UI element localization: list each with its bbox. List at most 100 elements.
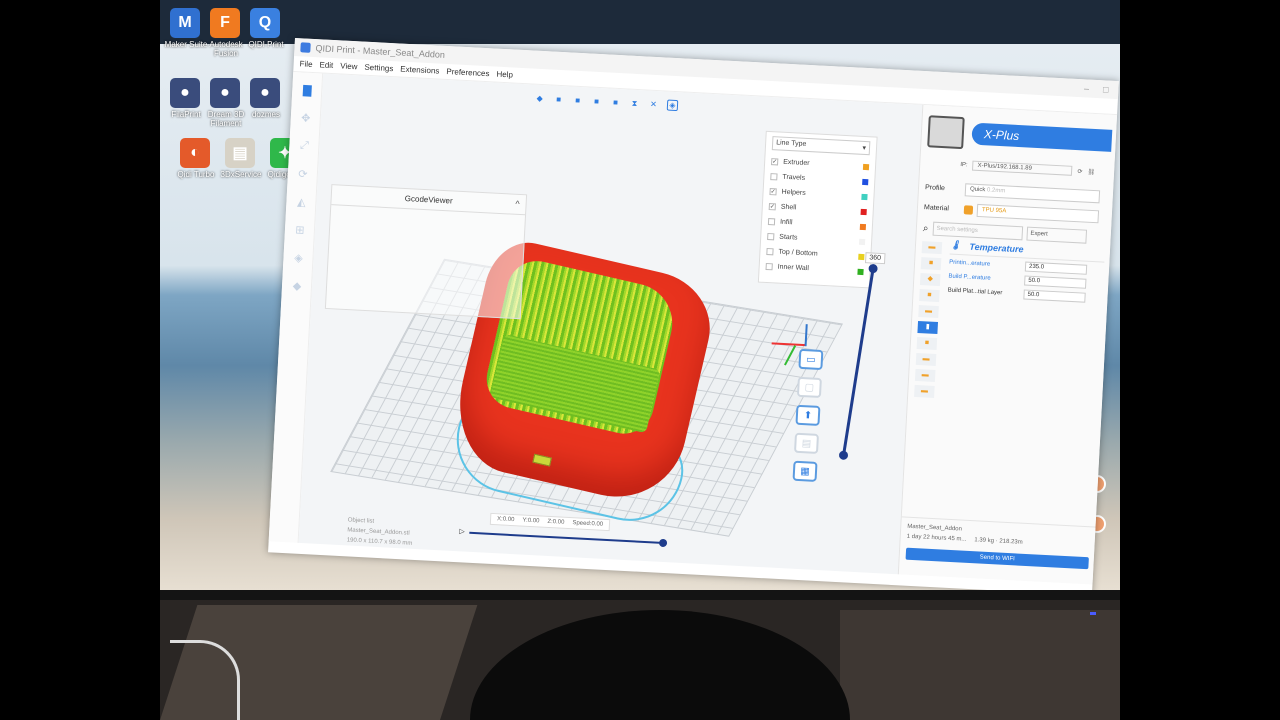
support-icon[interactable]: ⊞ [291,220,310,239]
window-controls: – □ [1084,83,1119,95]
path-slider[interactable] [469,531,668,548]
print-settings-panel: X-Plus IP: X-Plus/192.168.1.89 ⟳ ⛓ Profi… [897,104,1118,585]
print-weight: 1.39 kg · 218.23m [974,537,1023,546]
qidi-print-window: QIDI Print - Master_Seat_Addon – □ File … [268,38,1119,590]
desktop-app-icon[interactable]: M [170,8,200,38]
ip-label: IP: [960,161,968,169]
link-icon[interactable]: ⛓ [1087,168,1095,175]
color-swatch [860,208,867,215]
checkbox[interactable] [767,232,775,241]
z-axis-icon [784,345,797,366]
view-toolbar: ◆ ■ ■ ■ ■ ⧗ ✕ ◈ [534,93,679,112]
category-material-icon[interactable]: ■ [919,289,940,303]
category-temperature-icon[interactable]: ▮ [917,320,939,335]
send-to-wifi-button[interactable]: Send to WIFI [905,547,1089,570]
material-select[interactable]: TPU 95A [976,203,1100,223]
line-type-label: Top / Bottom [778,248,818,258]
checkbox[interactable] [766,247,774,256]
view-left-icon[interactable]: ■ [591,96,603,108]
chevron-down-icon: ▾ [862,144,867,153]
top-taskbar [160,0,1120,44]
desktop-app-icon[interactable]: ◐ [180,138,210,168]
printer-name-button[interactable]: X-Plus [971,122,1113,152]
layer-number[interactable]: 360 [864,252,886,265]
chevron-up-icon[interactable]: ^ [515,199,520,209]
x-axis-icon [771,342,806,347]
view-right-icon[interactable]: ■ [610,97,622,109]
view-3d-icon[interactable]: ◆ [534,93,546,105]
category-support-icon[interactable]: ▬ [915,352,937,366]
setting-value-input[interactable]: 50.0 [1024,275,1087,289]
grid-view-button[interactable]: ▦ [792,460,818,482]
category-shell-icon[interactable]: ■ [920,257,942,271]
menu-view[interactable]: View [340,61,358,71]
desktop-icon-label: dozmes [251,110,280,119]
setting-name: Printin...erature [948,259,991,268]
hourglass-icon[interactable]: ⧗ [629,98,641,110]
profile-value: Quick [969,186,986,193]
temperature-title: Temperature [969,241,1024,254]
view-top-icon[interactable]: ■ [572,95,584,107]
setting-value-input[interactable]: 50.0 [1023,289,1086,303]
layer-slider-top-handle[interactable] [867,263,879,274]
menu-file[interactable]: File [299,59,312,69]
layer-slider-bottom-handle[interactable] [838,450,849,461]
line-type-select[interactable]: Line Type ▾ [771,136,871,156]
desktop-app-icon[interactable]: ● [210,78,240,108]
move-icon[interactable]: ✥ [296,108,315,127]
temperature-settings: 🌡 Temperature Printin...erature 235.0 Bu… [947,236,1106,305]
checkbox[interactable] [767,218,776,226]
menu-preferences[interactable]: Preferences [446,67,490,78]
gcode-viewer-header[interactable]: GcodeViewer ^ [331,185,527,216]
xray-view-button[interactable]: ▤ [793,432,819,454]
menu-extensions[interactable]: Extensions [400,65,440,76]
checkbox[interactable] [770,173,778,181]
checkbox[interactable]: ✓ [768,203,777,211]
path-slider-handle[interactable] [658,538,668,548]
color-swatch [858,238,866,245]
desktop-app-icon[interactable]: Q [250,8,280,38]
play-icon[interactable]: ▷ [459,527,465,535]
category-cooling-icon[interactable]: ■ [916,336,938,351]
close-x-icon[interactable]: ✕ [648,99,660,111]
category-speed-icon[interactable]: ▬ [918,305,939,319]
filter-view-button[interactable]: ⬆ [795,404,821,426]
checkbox[interactable] [765,262,773,271]
view-front-icon[interactable]: ■ [553,94,565,106]
search-icon: ⌕ [922,222,929,234]
camera-view-button[interactable]: ▭ [798,348,824,371]
coord-z: Z:0.00 [547,518,565,526]
line-type-label: Inner Wall [777,263,810,273]
open-folder-icon[interactable]: ▇ [298,80,317,99]
category-experimental-icon[interactable]: ▬ [914,384,935,398]
desktop-app-icon[interactable]: ▤ [225,138,255,168]
3d-viewport[interactable]: ◆ ■ ■ ■ ■ ⧗ ✕ ◈ GcodeViewer ^ Line Type … [298,73,923,575]
setting-value-input[interactable]: 235.0 [1024,261,1088,275]
minimize-icon[interactable]: – [1084,83,1090,93]
scale-icon[interactable]: ⤢ [295,136,314,155]
category-infill-icon[interactable]: ◆ [919,273,941,287]
menu-help[interactable]: Help [496,70,513,80]
checkbox[interactable]: ✓ [771,158,779,166]
printer-icon [927,115,965,150]
desktop-app-icon[interactable]: F [210,8,240,38]
menu-settings[interactable]: Settings [364,63,393,74]
support-blocker-icon[interactable]: ◆ [288,276,307,295]
layer-view-button[interactable]: ▢ [796,376,822,399]
desktop-app-icon[interactable]: ● [250,78,280,108]
mirror-icon[interactable]: ◭ [292,192,311,211]
category-quality-icon[interactable]: ▬ [921,241,943,255]
per-model-settings-icon[interactable]: ◈ [289,248,308,267]
rotate-icon[interactable]: ⟳ [293,164,312,183]
menu-edit[interactable]: Edit [319,60,333,70]
category-adhesion-icon[interactable]: ▬ [914,368,936,382]
layer-slider[interactable] [838,263,879,461]
maximize-icon[interactable]: □ [1103,84,1109,94]
color-swatch [862,178,869,185]
desktop-app-icon[interactable]: ● [170,78,200,108]
layers-icon[interactable]: ◈ [666,99,679,112]
refresh-icon[interactable]: ⟳ [1077,168,1082,175]
checkbox[interactable]: ✓ [769,188,777,196]
line-type-legend: Line Type ▾ ✓ Extruder Travels ✓ Helpers ✓ She… [757,130,878,289]
setting-name: Build P...erature [948,273,991,282]
